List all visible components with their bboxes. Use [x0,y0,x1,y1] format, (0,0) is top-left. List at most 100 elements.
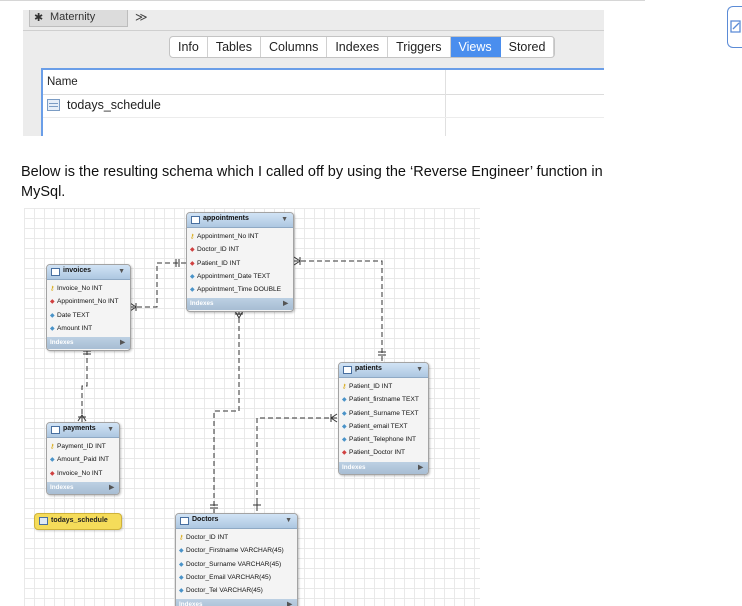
page-top-border [0,0,645,1]
collapse-arrow-icon[interactable]: ▼ [285,517,292,524]
table-icon [51,268,60,276]
table-header[interactable]: appointments ▼ [187,213,293,228]
table-column: ◆ Patient_email TEXT [339,420,428,433]
tab-triggers[interactable]: Triggers [388,37,451,57]
tab-indexes[interactable]: Indexes [327,37,389,57]
table-column: ◆ Patient_ID INT [187,257,293,270]
table-column: ◆ Amount INT [47,322,130,335]
views-list: Name todays_schedule [41,68,604,136]
list-item[interactable]: todays_schedule [43,95,604,118]
column-icon: ◆ [50,325,55,332]
table-payments[interactable]: payments ▼ ⚷ Payment_ID INT ◆ Amount_Paid INT… [46,422,120,495]
key-icon: ⚷ [342,384,347,390]
table-header[interactable]: Doctors ▼ [176,514,297,529]
column-name: Appointment_No INT [197,233,259,240]
indexes-label: Indexes [179,601,203,606]
column-list: ⚷ Payment_ID INT ◆ Amount_Paid INT ◆ Invoice_… [47,438,119,482]
column-name: Patient_Doctor INT [349,449,406,457]
column-name: Patient_Surname TEXT [349,409,419,417]
column-icon: ◆ [342,397,347,404]
table-icon [191,216,200,224]
tab-info[interactable]: Info [170,37,208,57]
table-appointments[interactable]: appointments ▼ ⚷ Appointment_No INT ◆ Doctor_… [186,212,294,312]
view-icon [39,517,48,525]
expand-arrow-icon[interactable]: ▶ [418,462,423,474]
tab-divider [23,30,604,31]
column-name: Doctor_Surname VARCHAR(45) [186,560,282,568]
indexes-section[interactable]: Indexes ▶ [339,461,428,474]
table-column: ◆ Invoice_No INT [47,467,119,480]
table-header[interactable]: invoices ▼ [47,265,130,280]
indexes-section[interactable]: Indexes ▶ [47,481,119,494]
tab-tables[interactable]: Tables [208,37,261,57]
name-column-header: Name [47,76,78,88]
table-name: Doctors [192,516,219,523]
collapse-arrow-icon[interactable]: ▼ [416,366,423,373]
column-name: Doctor_Firstname VARCHAR(45) [186,547,284,555]
indexes-section[interactable]: Indexes ▶ [47,337,130,350]
column-icon: ◆ [342,410,347,417]
edit-icon[interactable] [727,6,742,48]
tab-views[interactable]: Views [450,37,501,57]
expand-arrow-icon[interactable]: ▶ [120,337,125,349]
column-name: Patient_email TEXT [349,422,408,430]
column-list: ⚷ Appointment_No INT ◆ Doctor_ID INT ◆ Patien… [187,228,293,298]
indexes-label: Indexes [50,339,74,347]
column-list: ⚷ Invoice_No INT ◆ Appointment_No INT ◆ Date … [47,280,130,337]
column-name: Patient_ID INT [349,383,393,390]
table-header[interactable]: payments ▼ [47,423,119,438]
list-header[interactable]: Name [43,70,604,95]
schema-tab[interactable]: ✱ Maternity [29,10,128,27]
table-column: ◆ Date TEXT [47,309,130,322]
column-icon: ◆ [179,574,184,581]
indexes-section[interactable]: Indexes ▶ [187,298,293,311]
schema-tab-title: Maternity [50,11,96,23]
foreign-key-icon: ◆ [50,470,55,477]
foreign-key-icon: ◆ [190,260,195,267]
crowfoot-marker [253,502,261,508]
table-icon [51,426,60,434]
key-icon: ⚷ [50,286,55,292]
table-icon [180,517,189,525]
collapse-arrow-icon[interactable]: ▼ [118,268,125,275]
column-icon: ◆ [179,548,184,555]
column-name: Patient_ID INT [197,259,241,267]
column-icon: ◆ [179,561,184,568]
workbench-window: ✱ Maternity ≫ Info Tables Columns Indexes Tr… [23,10,604,136]
view-label: todays_schedule [51,517,108,524]
collapse-arrow-icon[interactable]: ▼ [107,426,114,433]
key-icon: ⚷ [179,535,184,541]
table-column: ◆ Doctor_Tel VARCHAR(45) [176,584,297,597]
foreign-key-icon: ◆ [342,450,347,457]
column-name: Doctor_Email VARCHAR(45) [186,573,271,581]
table-name: payments [63,425,96,432]
column-name: Doctor_ID INT [186,534,229,541]
column-name: Payment_ID INT [57,443,106,450]
table-invoices[interactable]: invoices ▼ ⚷ Invoice_No INT ◆ Appointment_No … [46,264,131,351]
expand-arrow-icon[interactable]: ▶ [287,599,292,606]
column-icon: ◆ [50,312,55,319]
view-todays-schedule[interactable]: todays_schedule [34,513,122,530]
indexes-label: Indexes [50,483,74,491]
expand-arrow-icon[interactable]: ▶ [283,298,288,310]
column-name: Doctor_ID INT [197,246,240,254]
expand-arrow-icon[interactable]: ▶ [109,482,114,494]
table-column: ⚷ Doctor_ID INT [176,531,297,544]
relationship-appointments-patients [293,260,383,362]
table-column: ◆ Doctor_Firstname VARCHAR(45) [176,544,297,557]
column-icon: ◆ [342,437,347,444]
tab-columns[interactable]: Columns [261,37,328,57]
table-doctors[interactable]: Doctors ▼ ⚷ Doctor_ID INT ◆ Doctor_Firstname … [175,513,298,606]
collapse-arrow-icon[interactable]: ▼ [281,216,288,223]
table-column: ⚷ Payment_ID INT [47,440,119,453]
column-list: ⚷ Patient_ID INT ◆ Patient_firstname TEXT ◆ P… [339,378,428,462]
table-column: ◆ Patient_Doctor INT [339,446,428,459]
wrench-icon: ✱ [34,12,44,24]
more-tabs-icon[interactable]: ≫ [135,10,148,24]
tab-stored[interactable]: Stored [501,37,555,57]
indexes-section[interactable]: Indexes ▶ [176,599,297,606]
table-header[interactable]: patients ▼ [339,363,428,378]
relationship-invoices-payments [81,350,88,422]
table-patients[interactable]: patients ▼ ⚷ Patient_ID INT ◆ Patient_firstna… [338,362,429,475]
indexes-label: Indexes [190,300,214,308]
